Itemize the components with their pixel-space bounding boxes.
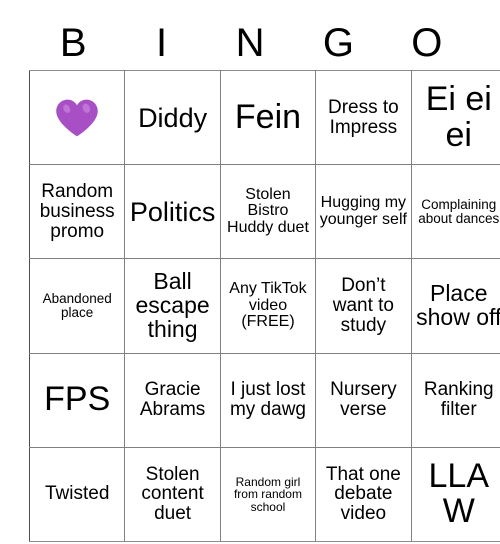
bingo-cell[interactable]: Random girl from random school — [219, 446, 317, 542]
bingo-cell-label: Stolen content duet — [141, 463, 204, 525]
bingo-cell[interactable]: Complaining about dances — [410, 164, 500, 260]
bingo-header-letter-n: N — [235, 21, 265, 65]
bingo-cell-label: Place show off — [416, 280, 500, 330]
bingo-cell-label: I just lost my dawg — [229, 379, 306, 421]
bingo-cell-free[interactable] — [28, 69, 126, 166]
bingo-cell-label: Nursery verse — [330, 379, 397, 421]
bingo-cell[interactable]: Stolen Bistro Huddy duet — [219, 164, 317, 260]
bingo-cell-label: Dress to Impress — [327, 96, 399, 138]
bingo-cell[interactable]: Abandoned place — [28, 258, 126, 354]
bingo-header-letter-o: O — [411, 21, 443, 65]
bingo-cell-label: That one debate video — [325, 463, 401, 525]
bingo-card: B I N G O Diddy Fein Dress to Impress Ei ei… — [28, 16, 500, 542]
bingo-cell[interactable]: Twisted — [28, 446, 126, 542]
bingo-cell-label: Any TikTok video (FREE) — [229, 280, 307, 331]
bingo-cell[interactable]: Nursery verse — [315, 352, 412, 448]
bingo-grid-body: Diddy Fein Dress to Impress Ei ei ei Random … — [28, 69, 500, 542]
bingo-cell[interactable]: Ranking filter — [410, 352, 500, 448]
bingo-cell-label: Abandoned place — [42, 290, 112, 320]
bingo-cell[interactable]: Politics — [124, 164, 221, 260]
bingo-cell-label: Stolen Bistro Huddy duet — [227, 185, 309, 237]
bingo-cell-label: Fein — [234, 97, 302, 136]
bingo-cell[interactable]: Gracie Abrams — [124, 352, 221, 448]
bingo-cell-label: Gracie Abrams — [139, 379, 206, 421]
bingo-cell-label: Don’t want to study — [332, 275, 394, 336]
bingo-cell[interactable]: LLAW — [410, 446, 500, 542]
bingo-cell[interactable]: Hugging my younger self — [315, 164, 412, 260]
bingo-cell-label: Random girl from random school — [233, 474, 302, 514]
bingo-cell[interactable]: I just lost my dawg — [219, 352, 317, 448]
bingo-cell[interactable]: Fein — [219, 69, 317, 166]
bingo-cell[interactable]: Don’t want to study — [315, 258, 412, 354]
bingo-cell-label: FPS — [44, 380, 111, 419]
bingo-cell-label: Ei ei ei — [425, 80, 492, 154]
bingo-cell-label: Diddy — [138, 102, 208, 133]
bingo-cell[interactable]: Any TikTok video (FREE) — [219, 258, 317, 354]
bingo-grid: Diddy Fein Dress to Impress Ei ei ei Random … — [28, 69, 500, 542]
bingo-row: Diddy Fein Dress to Impress Ei ei ei — [28, 69, 500, 166]
purple-heart-icon — [33, 98, 121, 138]
bingo-cell-label: Hugging my younger self — [319, 194, 407, 228]
bingo-header-letter-i: I — [156, 21, 168, 65]
bingo-cell-label: Twisted — [44, 483, 110, 505]
bingo-header-letter-g: G — [322, 21, 354, 65]
bingo-header-letter-b: B — [59, 21, 87, 65]
bingo-cell-label: Politics — [129, 196, 216, 227]
bingo-cell-label: Ranking filter — [423, 379, 494, 421]
bingo-cell-label: Ball escape thing — [135, 268, 210, 342]
bingo-row: FPS Gracie Abrams I just lost my dawg Nurse… — [28, 352, 500, 448]
bingo-cell[interactable]: Stolen content duet — [124, 446, 221, 542]
bingo-cell-label: LLAW — [428, 456, 490, 531]
bingo-cell[interactable]: That one debate video — [315, 446, 412, 542]
bingo-cell-label: Random business promo — [39, 181, 115, 242]
bingo-header-row: B I N G O — [29, 16, 471, 70]
bingo-cell[interactable]: Diddy — [124, 69, 221, 166]
bingo-row: Twisted Stolen content duet Random girl fr… — [28, 446, 500, 542]
bingo-cell[interactable]: Ball escape thing — [124, 258, 221, 354]
bingo-cell-label: Complaining about dances — [418, 196, 500, 226]
bingo-row: Random business promo Politics Stolen Bist… — [28, 164, 500, 260]
bingo-cell[interactable]: Random business promo — [28, 164, 126, 260]
bingo-cell[interactable]: Ei ei ei — [410, 69, 500, 166]
bingo-cell[interactable]: Place show off — [410, 258, 500, 354]
bingo-row: Abandoned place Ball escape thing Any TikT… — [28, 258, 500, 354]
bingo-cell[interactable]: Dress to Impress — [315, 69, 412, 166]
bingo-cell[interactable]: FPS — [28, 352, 126, 448]
